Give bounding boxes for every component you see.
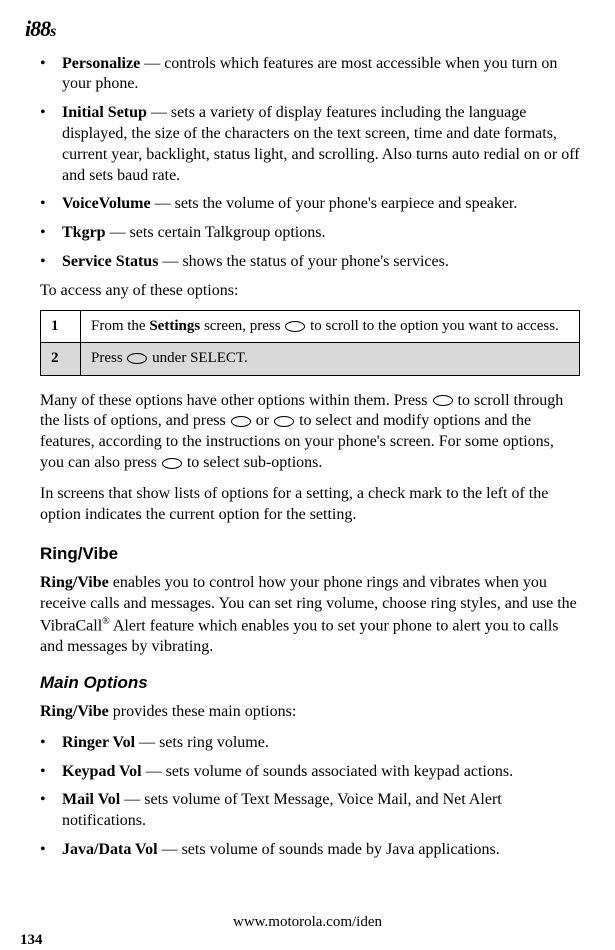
term: Mail Vol — [62, 791, 120, 808]
desc: — sets ring volume. — [135, 734, 269, 751]
button-icon — [231, 416, 251, 427]
list-item: VoiceVolume — sets the volume of your ph… — [40, 194, 580, 215]
scroll-icon — [285, 321, 305, 332]
button-icon — [127, 353, 147, 364]
term: Personalize — [62, 55, 140, 72]
footer: www.motorola.com/iden — [20, 913, 595, 933]
desc: — sets the volume of your phone's earpie… — [151, 195, 518, 212]
list-item: Personalize — controls which features ar… — [40, 54, 580, 96]
device-logo: i88s — [25, 15, 580, 44]
button-icon — [162, 458, 182, 469]
desc: — sets volume of sounds made by Java app… — [158, 841, 500, 858]
list-item: Service Status — shows the status of you… — [40, 252, 580, 273]
list-item: Mail Vol — sets volume of Text Message, … — [40, 790, 580, 832]
list-item: Initial Setup — sets a variety of displa… — [40, 103, 580, 186]
main-options-intro: Ring/Vibe provides these main options: — [40, 702, 580, 723]
access-intro: To access any of these options: — [40, 281, 580, 302]
term: Initial Setup — [62, 104, 147, 121]
list-item: Keypad Vol — sets volume of sounds assoc… — [40, 762, 580, 783]
term: Tkgrp — [62, 224, 106, 241]
step-number: 1 — [41, 310, 81, 343]
ring-vibe-heading: Ring/Vibe — [40, 543, 580, 565]
desc: — sets certain Talkgroup options. — [106, 224, 326, 241]
step-text: From the Settings screen, press to scrol… — [81, 310, 580, 343]
page-number: 134 — [20, 931, 43, 950]
steps-table: 1 From the Settings screen, press to scr… — [40, 310, 580, 376]
ring-vibe-paragraph: Ring/Vibe enables you to control how you… — [40, 573, 580, 658]
step-number: 2 — [41, 343, 81, 376]
desc: — shows the status of your phone's servi… — [158, 253, 448, 270]
list-item: Ringer Vol — sets ring volume. — [40, 733, 580, 754]
term: Keypad Vol — [62, 763, 142, 780]
scroll-icon — [433, 395, 453, 406]
list-item: Java/Data Vol — sets volume of sounds ma… — [40, 840, 580, 861]
checkmark-paragraph: In screens that show lists of options fo… — [40, 484, 580, 526]
footer-url: www.motorola.com/iden — [233, 914, 382, 930]
registered-mark: ® — [102, 616, 110, 627]
table-row: 2 Press under SELECT. — [41, 343, 580, 376]
desc: — sets volume of sounds associated with … — [142, 763, 514, 780]
table-row: 1 From the Settings screen, press to scr… — [41, 310, 580, 343]
term: Ringer Vol — [62, 734, 135, 751]
term: VoiceVolume — [62, 195, 151, 212]
button-icon — [274, 416, 294, 427]
term: Service Status — [62, 253, 158, 270]
logo-main: i88 — [25, 16, 50, 41]
main-options-heading: Main Options — [40, 672, 580, 694]
list-item: Tkgrp — sets certain Talkgroup options. — [40, 223, 580, 244]
main-options-list: Ringer Vol — sets ring volume. Keypad Vo… — [40, 733, 580, 861]
top-options-list: Personalize — controls which features ar… — [40, 54, 580, 273]
step-text: Press under SELECT. — [81, 343, 580, 376]
logo-suffix: s — [50, 23, 55, 40]
term: Java/Data Vol — [62, 841, 158, 858]
desc: — sets volume of Text Message, Voice Mai… — [62, 791, 502, 829]
options-paragraph: Many of these options have other options… — [40, 391, 580, 474]
